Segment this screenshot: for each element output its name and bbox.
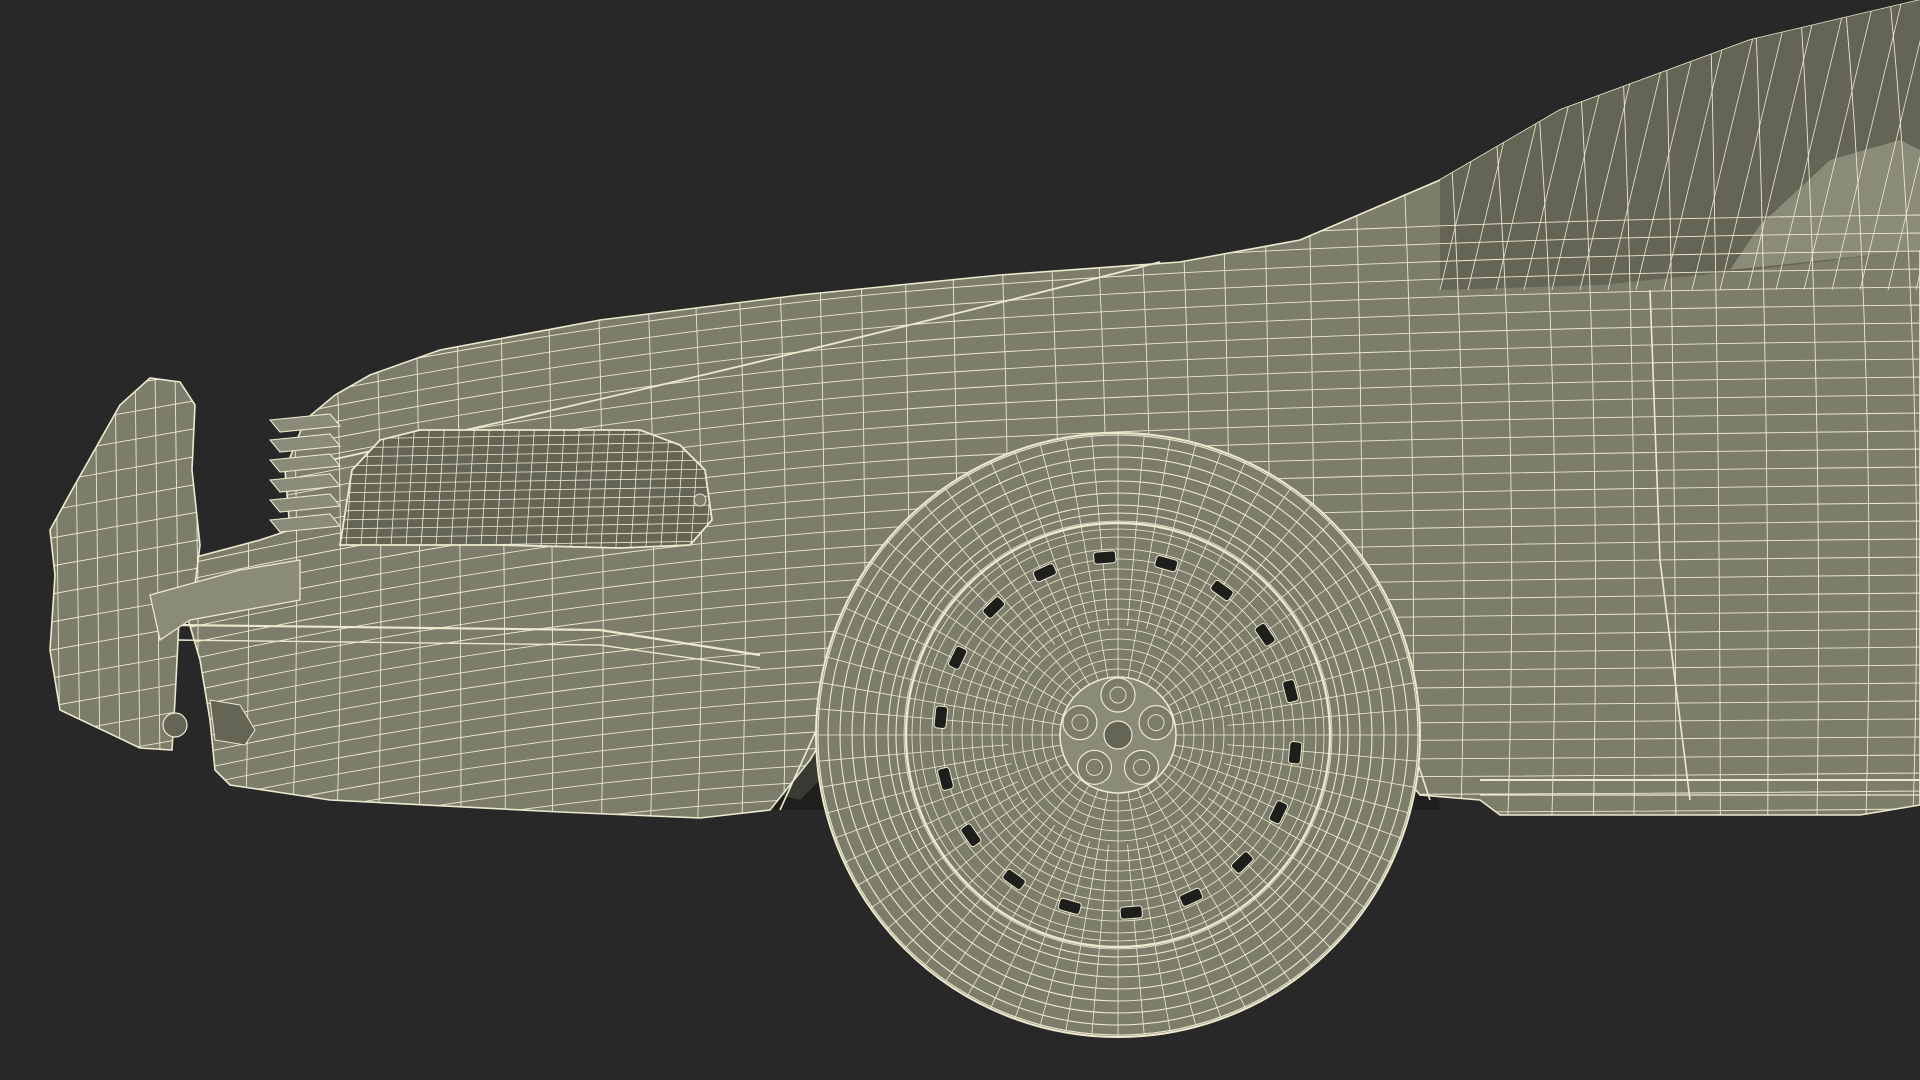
rim-slot bbox=[1287, 741, 1303, 765]
car-wireframe-render bbox=[0, 0, 1920, 1080]
lug-nut bbox=[1062, 705, 1098, 741]
wheel-hub-icon bbox=[1059, 676, 1177, 794]
tow-hook bbox=[162, 712, 188, 738]
rim-slot bbox=[1093, 550, 1117, 565]
marker-light bbox=[693, 493, 707, 507]
lug-nut bbox=[1138, 705, 1174, 741]
lug-nut bbox=[1123, 749, 1160, 785]
headlight-lens bbox=[338, 429, 713, 549]
lug-nut bbox=[1100, 677, 1136, 713]
headlight-assembly bbox=[338, 429, 713, 549]
render-viewport bbox=[0, 0, 1920, 1080]
rim-slot bbox=[933, 705, 949, 729]
rim-slot bbox=[1119, 905, 1143, 920]
lug-nut bbox=[1076, 749, 1113, 785]
hub-center bbox=[1103, 720, 1133, 750]
